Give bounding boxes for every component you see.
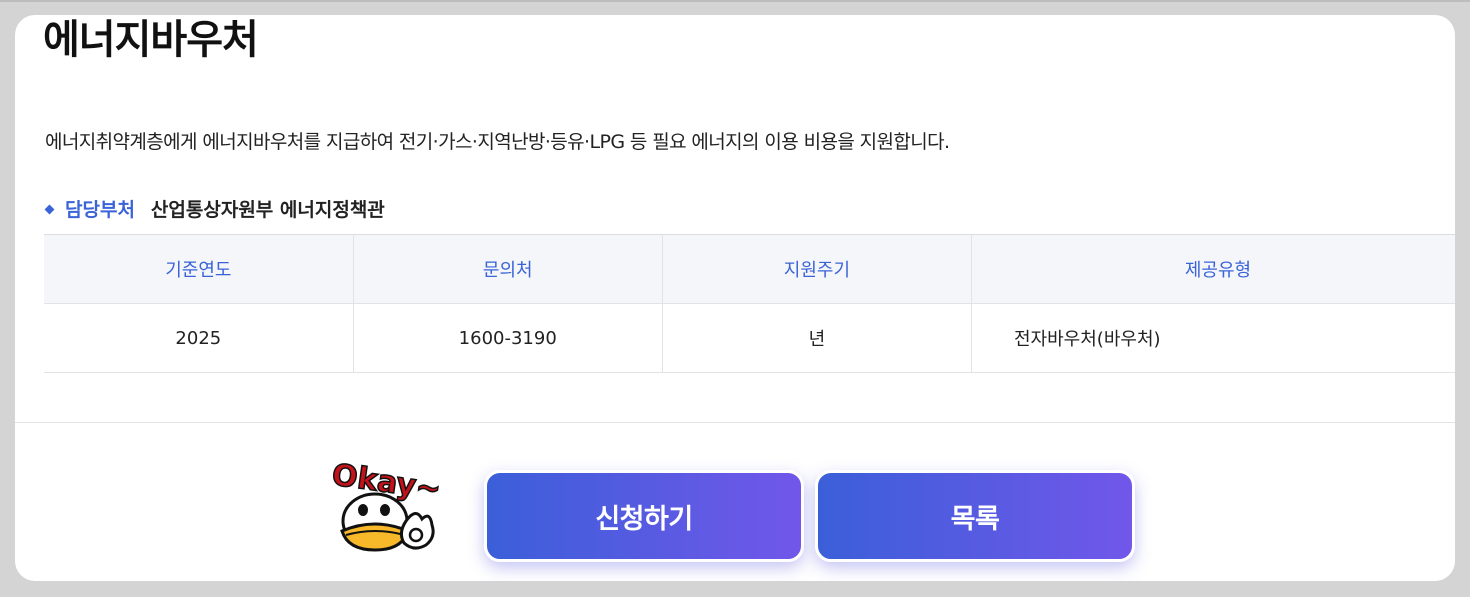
cell-contact: 1600-3190: [353, 303, 663, 373]
department-row: 담당부처 산업통상자원부 에너지정책관: [43, 195, 385, 222]
svg-text:Okay~: Okay~: [330, 457, 442, 507]
header-base-year: 기준연도: [44, 234, 354, 304]
apply-button[interactable]: 신청하기: [484, 470, 804, 562]
diamond-bullet-icon: [44, 204, 55, 214]
header-support-cycle: 지원주기: [662, 234, 973, 304]
cell-support-cycle: 년: [662, 303, 973, 373]
list-button[interactable]: 목록: [815, 470, 1135, 562]
section-divider: [15, 422, 1455, 423]
detail-card: 에너지바우처 에너지취약계층에게 에너지바우처를 지급하여 전기·가스·지역난방…: [15, 15, 1455, 581]
cell-base-year: 2025: [44, 303, 354, 373]
department-label: 담당부처: [65, 199, 135, 221]
top-border: [0, 0, 1470, 2]
info-table: 기준연도 문의처 지원주기 제공유형 2025 1600-3190 년 전자바우…: [44, 234, 1455, 373]
service-description: 에너지취약계층에게 에너지바우처를 지급하여 전기·가스·지역난방·등유·LPG…: [45, 131, 950, 153]
page-title: 에너지바우처: [43, 17, 259, 63]
cell-provision-type: 전자바우처(바우처): [971, 303, 1455, 373]
okay-duck-mascot-icon: Okay~: [330, 457, 442, 552]
table-row: 2025 1600-3190 년 전자바우처(바우처): [44, 303, 1455, 373]
header-contact: 문의처: [353, 234, 663, 304]
table-header-row: 기준연도 문의처 지원주기 제공유형: [44, 234, 1455, 304]
header-provision-type: 제공유형: [971, 234, 1455, 304]
department-value: 산업통상자원부 에너지정책관: [150, 199, 385, 221]
